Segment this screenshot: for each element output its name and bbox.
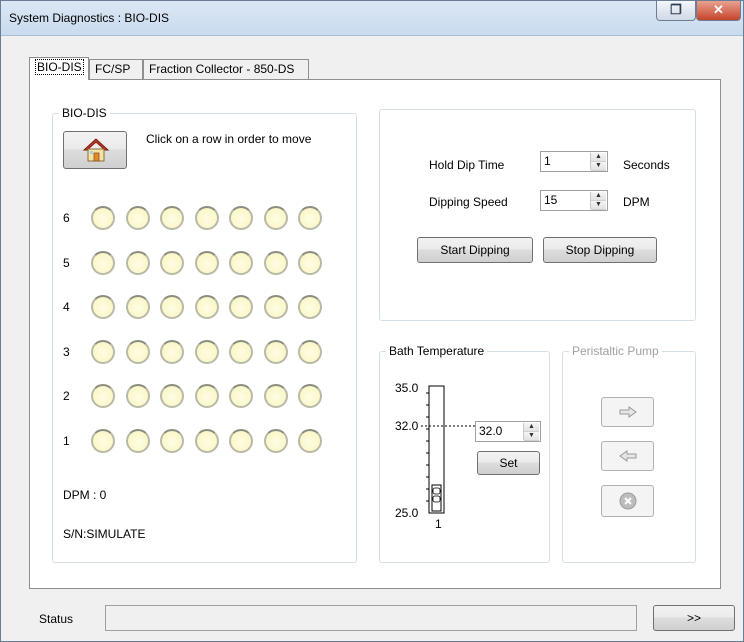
well-row-3-col-2[interactable] — [126, 340, 150, 364]
bath-setpoint-spinner[interactable]: 32.0 ▲ ▼ — [475, 421, 541, 442]
move-hint: Click on a row in order to move — [146, 132, 312, 146]
well-row-4-col-4[interactable] — [195, 295, 219, 319]
dipping-speed-spinner[interactable]: 15 ▲ ▼ — [540, 190, 608, 211]
well-row-2-col-4[interactable] — [195, 384, 219, 408]
well-row-5-col-5[interactable] — [229, 251, 253, 275]
well-row-5-col-7[interactable] — [298, 251, 322, 275]
well-row-4-col-1[interactable] — [91, 295, 115, 319]
well-row-1-col-4[interactable] — [195, 429, 219, 453]
well-row-4-col-7[interactable] — [298, 295, 322, 319]
well-row-6-col-2[interactable] — [126, 206, 150, 230]
well-row-3-col-5[interactable] — [229, 340, 253, 364]
status-label: Status — [39, 612, 74, 626]
hold-dip-time-label: Hold Dip Time — [429, 158, 505, 172]
well-row-6-col-1[interactable] — [91, 206, 115, 230]
well-row-5-col-2[interactable] — [126, 251, 150, 275]
well-row-2-col-2[interactable] — [126, 384, 150, 408]
well-row-1-col-3[interactable] — [160, 429, 184, 453]
pump-reverse-button[interactable] — [601, 441, 654, 471]
well-row-2-col-7[interactable] — [298, 384, 322, 408]
dpm-readout: DPM : 0 — [63, 488, 107, 502]
well-row-3-col-4[interactable] — [195, 340, 219, 364]
start-dipping-button[interactable]: Start Dipping — [417, 237, 533, 263]
title-bar: System Diagnostics : BIO-DIS ❐ ✕ — [1, 1, 743, 36]
stop-icon — [619, 492, 637, 510]
well-row-2-col-3[interactable] — [160, 384, 184, 408]
well-row-6-col-4[interactable] — [195, 206, 219, 230]
row-label-2[interactable]: 2 — [63, 389, 75, 403]
stop-dipping-button[interactable]: Stop Dipping — [543, 237, 657, 263]
row-label-4[interactable]: 4 — [63, 300, 75, 314]
hold-dip-time-value: 1 — [544, 154, 551, 168]
row-label-6[interactable]: 6 — [63, 211, 75, 225]
dipping-speed-value: 15 — [544, 193, 558, 207]
hold-dip-time-spinner[interactable]: 1 ▲ ▼ — [540, 151, 608, 172]
well-row-3-col-3[interactable] — [160, 340, 184, 364]
dipping-group — [379, 109, 696, 321]
well-row-1-col-6[interactable] — [264, 429, 288, 453]
diagnostics-window: System Diagnostics : BIO-DIS ❐ ✕ BIO-DIS… — [0, 0, 744, 642]
scale-setpoint-label: 32.0 — [395, 419, 419, 433]
bath-temperature-label: Bath Temperature — [386, 344, 488, 358]
expand-button[interactable]: >> — [653, 605, 735, 631]
set-temperature-button[interactable]: Set — [477, 451, 540, 475]
scale-min-label: 25.0 — [395, 506, 419, 520]
serial-number: S/N:SIMULATE — [63, 527, 146, 541]
row-label-1[interactable]: 1 — [63, 434, 75, 448]
spin-up-icon[interactable]: ▲ — [524, 423, 539, 432]
well-row-6-col-6[interactable] — [264, 206, 288, 230]
well-row-5-col-6[interactable] — [264, 251, 288, 275]
pump-forward-button[interactable] — [601, 397, 654, 427]
well-row-6-col-3[interactable] — [160, 206, 184, 230]
spin-down-icon[interactable]: ▼ — [591, 162, 606, 171]
well-row-4-col-6[interactable] — [264, 295, 288, 319]
well-row-5-col-1[interactable] — [91, 251, 115, 275]
well-row-1-col-1[interactable] — [91, 429, 115, 453]
row-label-3[interactable]: 3 — [63, 345, 75, 359]
well-row-6-col-5[interactable] — [229, 206, 253, 230]
bath-setpoint-value: 32.0 — [479, 424, 503, 438]
restore-button[interactable]: ❐ — [656, 1, 696, 21]
bio-dis-group-label: BIO-DIS — [59, 106, 110, 120]
well-row-2-col-6[interactable] — [264, 384, 288, 408]
well-row-5-col-4[interactable] — [195, 251, 219, 275]
home-icon — [82, 138, 110, 162]
dipping-speed-unit: DPM — [623, 195, 650, 209]
status-field — [105, 605, 637, 631]
close-button[interactable]: ✕ — [696, 1, 741, 21]
pump-stop-button[interactable] — [601, 485, 654, 517]
well-row-4-col-2[interactable] — [126, 295, 150, 319]
well-row-2-col-1[interactable] — [91, 384, 115, 408]
well-row-1-col-5[interactable] — [229, 429, 253, 453]
well-row-3-col-7[interactable] — [298, 340, 322, 364]
well-row-1-col-2[interactable] — [126, 429, 150, 453]
tab-fraction-collector[interactable]: Fraction Collector - 850-DS — [143, 59, 309, 79]
well-row-3-col-1[interactable] — [91, 340, 115, 364]
tab-fc-sp[interactable]: FC/SP — [89, 59, 143, 79]
hold-dip-time-unit: Seconds — [623, 158, 670, 172]
well-row-1-col-7[interactable] — [298, 429, 322, 453]
window-title: System Diagnostics : BIO-DIS — [9, 11, 170, 25]
tab-bio-dis[interactable]: BIO-DIS — [29, 57, 89, 80]
spin-up-icon[interactable]: ▲ — [591, 153, 606, 162]
dipping-speed-label: Dipping Speed — [429, 195, 508, 209]
restore-icon: ❐ — [670, 2, 682, 17]
spin-down-icon[interactable]: ▼ — [524, 432, 539, 441]
well-row-5-col-3[interactable] — [160, 251, 184, 275]
well-row-6-col-7[interactable] — [298, 206, 322, 230]
well-row-2-col-5[interactable] — [229, 384, 253, 408]
row-label-5[interactable]: 5 — [63, 256, 75, 270]
spin-down-icon[interactable]: ▼ — [591, 201, 606, 210]
scale-max-label: 35.0 — [395, 381, 419, 395]
spin-up-icon[interactable]: ▲ — [591, 192, 606, 201]
arrow-right-icon — [619, 406, 637, 418]
well-row-4-col-5[interactable] — [229, 295, 253, 319]
well-row-3-col-6[interactable] — [264, 340, 288, 364]
well-row-4-col-3[interactable] — [160, 295, 184, 319]
peristaltic-pump-label: Peristaltic Pump — [569, 344, 662, 358]
close-icon: ✕ — [713, 2, 724, 17]
home-button[interactable] — [63, 131, 127, 169]
arrow-left-icon — [619, 450, 637, 462]
